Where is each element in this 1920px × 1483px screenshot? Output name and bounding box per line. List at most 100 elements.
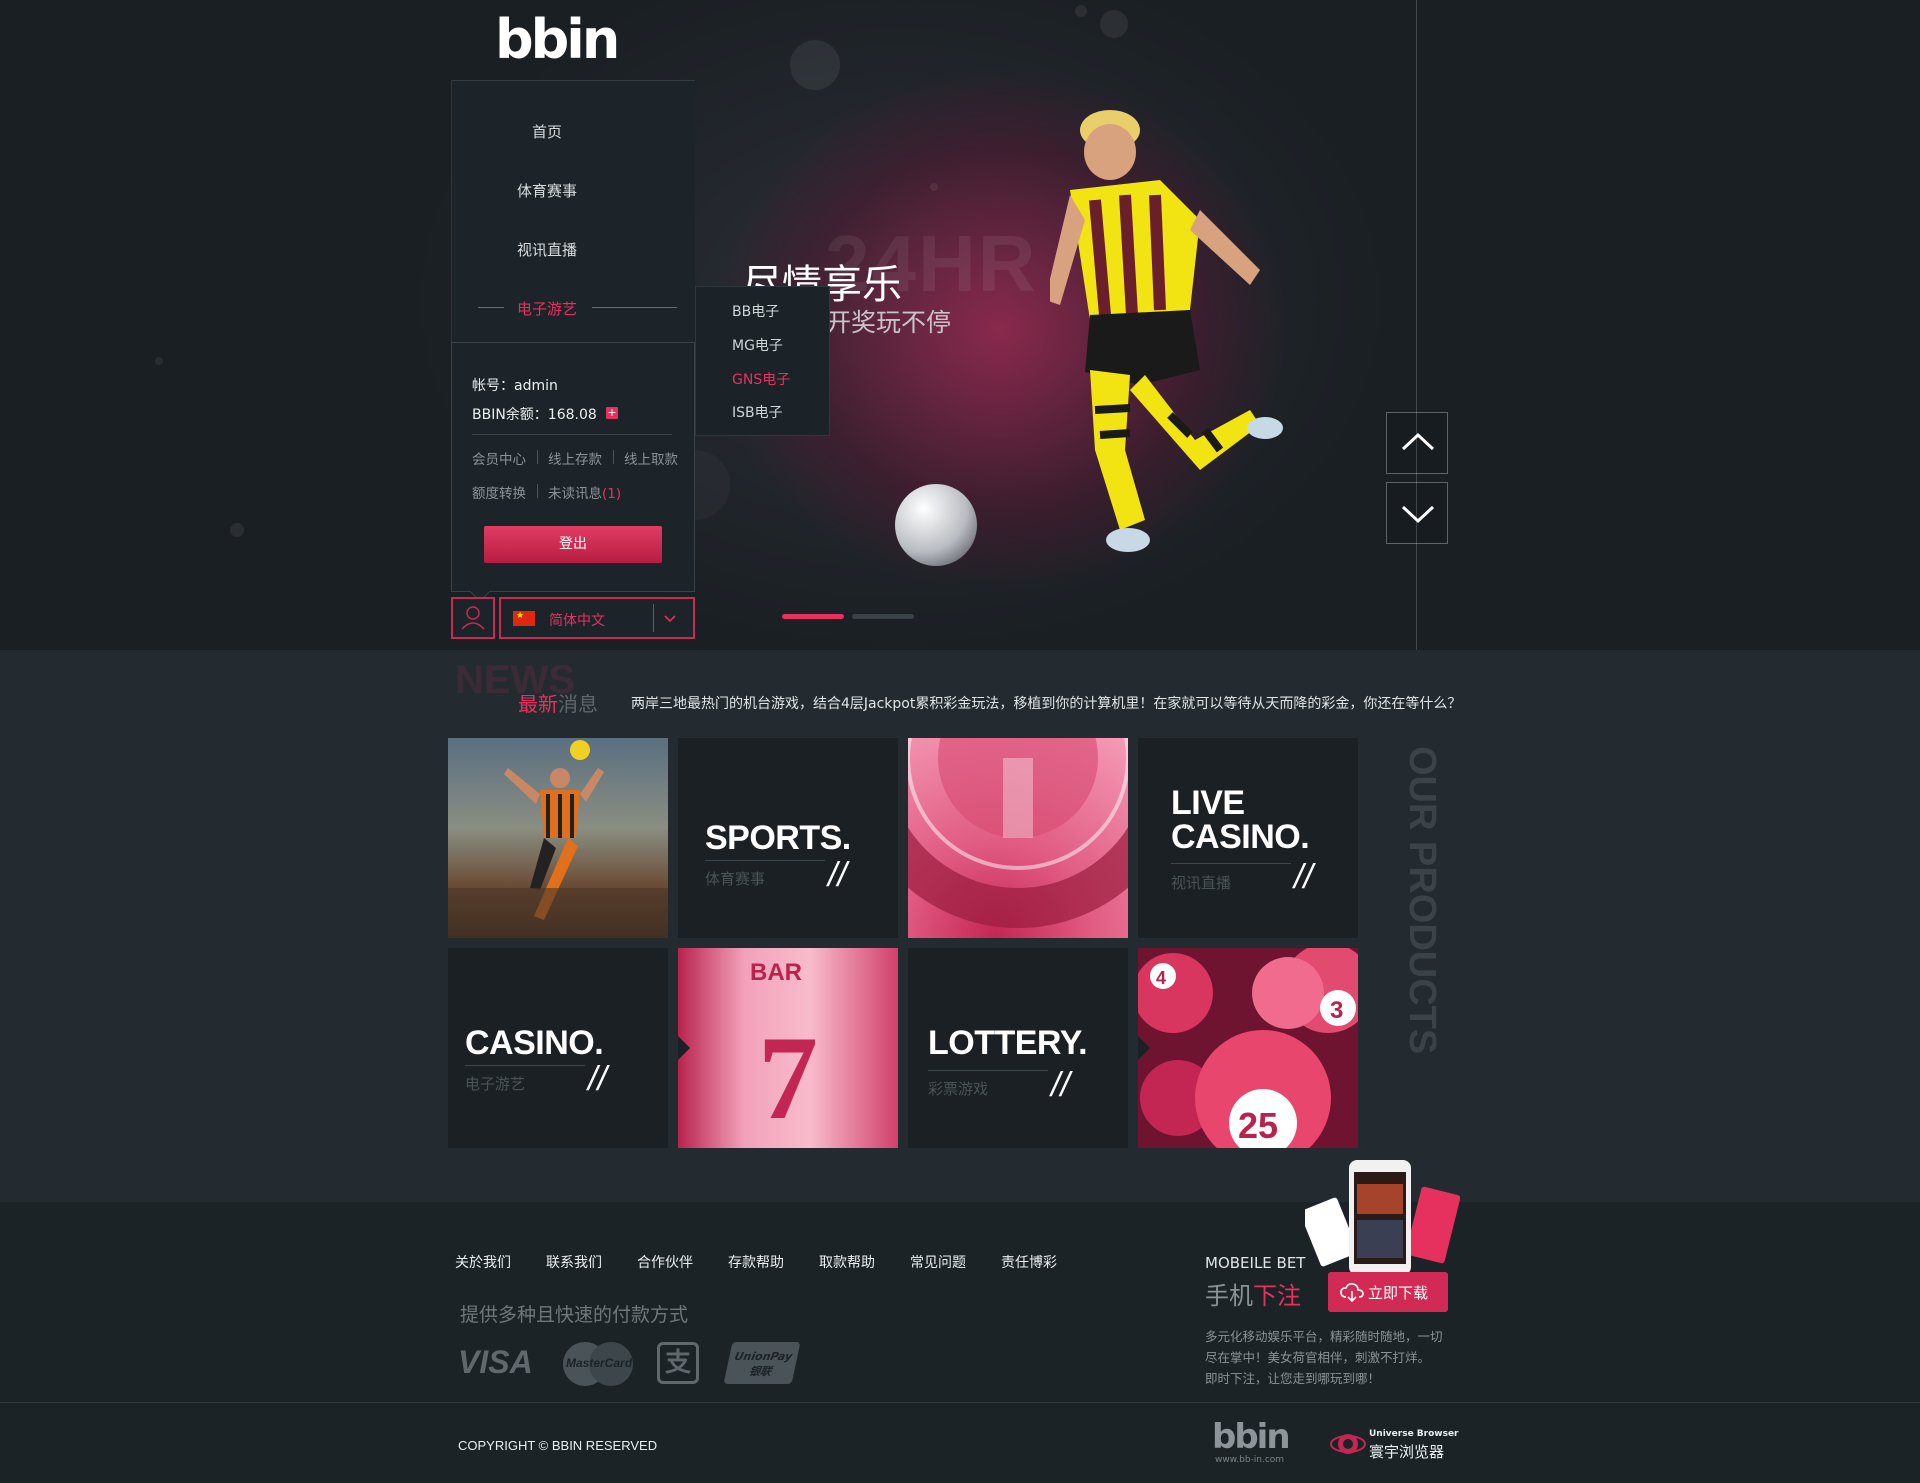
tile-underline <box>1171 863 1291 864</box>
footer-link-about[interactable]: 关於我们 <box>455 1252 511 1272</box>
nav-item-live[interactable]: 视讯直播 <box>452 239 642 260</box>
bbin-logo[interactable]: bbin <box>495 12 620 68</box>
link-separator <box>537 484 538 498</box>
panel-divider <box>472 434 672 435</box>
footer-link-partners[interactable]: 合作伙伴 <box>637 1252 693 1272</box>
banner-subtitle: 开奖玩不停 <box>826 308 952 337</box>
submenu-item-gns[interactable]: GNS电子 <box>732 369 790 389</box>
balance-label: BBIN余额：168.08 <box>472 407 597 423</box>
copyright-text: COPYRIGHT © BBIN RESERVED <box>458 1438 658 1453</box>
deposit-link[interactable]: 线上存款 <box>548 448 602 468</box>
unread-count: (1) <box>602 486 622 502</box>
tile-underline <box>928 1070 1048 1071</box>
submenu-item-bb[interactable]: BB电子 <box>732 301 779 321</box>
slash-mark: // <box>1051 1066 1070 1104</box>
mobile-bet-title-cn: 手机 <box>1205 1282 1253 1310</box>
deco-bubble <box>1100 10 1128 38</box>
browser-name-en[interactable]: Universe Browser <box>1369 1429 1459 1439</box>
deco-bubble <box>1075 5 1087 17</box>
footer <box>0 1202 1920 1483</box>
casino-title: CASINO. <box>465 1024 604 1062</box>
live-casino-tile[interactable]: LIVE CASINO. 视讯直播 // <box>1138 738 1358 938</box>
user-icon <box>461 606 485 630</box>
deco-bubble <box>230 523 244 537</box>
our-products-title: OUR PRODUCTS <box>1402 746 1442 1054</box>
slot-reel-tile[interactable]: BAR 7 <box>678 948 898 1148</box>
nav-item-home[interactable]: 首页 <box>452 121 642 142</box>
footer-link-contact[interactable]: 联系我们 <box>546 1252 602 1272</box>
language-label: 简体中文 <box>549 613 605 629</box>
browser-name-cn[interactable]: 寰宇浏览器 <box>1369 1441 1444 1462</box>
roulette-photo-tile[interactable] <box>908 738 1128 938</box>
language-select[interactable]: ★ 简体中文 <box>499 597 695 639</box>
soccer-ball-image <box>895 484 977 566</box>
slide-dot-active[interactable] <box>782 614 844 619</box>
footer-divider <box>0 1402 1920 1403</box>
egames-submenu: BB电子 MG电子 GNS电子 ISB电子 <box>695 286 830 436</box>
plus-icon[interactable]: + <box>606 407 618 419</box>
deco-bubble <box>930 183 938 191</box>
withdraw-link[interactable]: 线上取款 <box>624 448 678 468</box>
svg-text:bbin: bbin <box>495 12 617 68</box>
sports-tile[interactable]: SPORTS. 体育赛事 // <box>678 738 898 938</box>
cloud-download-icon <box>1340 1283 1364 1302</box>
slide-next-button[interactable] <box>1386 482 1448 544</box>
tile-underline <box>705 860 825 861</box>
submenu-item-mg[interactable]: MG电子 <box>732 335 783 355</box>
footer-link-responsible[interactable]: 责任博彩 <box>1001 1252 1057 1272</box>
mobile-bet-title: MOBEILE BET <box>1205 1254 1306 1272</box>
svg-text:7: 7 <box>758 1011 818 1144</box>
nav-item-egames[interactable]: 电子游艺 <box>452 298 642 319</box>
slash-mark: // <box>1294 858 1313 896</box>
soccer-player-image <box>1050 110 1283 552</box>
member-center-link[interactable]: 会员中心 <box>472 448 526 468</box>
user-panel: 帐号：admin BBIN余额：168.08 + 会员中心 线上存款 线上取款 … <box>451 342 695 602</box>
lottery-subtitle: 彩票游戏 <box>928 1080 989 1098</box>
visa-logo: VISA <box>458 1344 533 1380</box>
link-separator <box>613 450 614 464</box>
nav-item-sports[interactable]: 体育赛事 <box>452 180 642 201</box>
mobile-desc-line3: 即时下注，让您走到哪玩到哪！ <box>1205 1371 1381 1386</box>
svg-text:4: 4 <box>1156 968 1166 988</box>
footer-link-deposit-help[interactable]: 存款帮助 <box>728 1252 784 1272</box>
svg-text:3: 3 <box>1330 997 1343 1024</box>
hero-banner: 24HR 尽情享乐 开奖玩不停 <box>0 0 1920 650</box>
lottery-title: LOTTERY. <box>928 1024 1088 1062</box>
deco-bubble <box>155 357 163 365</box>
slide-dot[interactable] <box>852 614 914 619</box>
slide-prev-button[interactable] <box>1386 412 1448 474</box>
slash-mark: // <box>828 856 847 894</box>
roulette-wheel-photo <box>908 738 1128 928</box>
mobile-phone-cards-image <box>1305 1160 1460 1275</box>
submenu-item-isb[interactable]: ISB电子 <box>732 402 783 422</box>
china-flag-icon: ★ <box>513 611 535 626</box>
casino-tile[interactable]: CASINO. 电子游艺 // <box>448 948 668 1148</box>
footer-bbin-logo[interactable]: bbin <box>1212 1418 1292 1454</box>
live-casino-title-line2: CASINO. <box>1171 818 1310 856</box>
active-indicator-line <box>592 307 677 308</box>
download-button[interactable]: 立即下载 <box>1328 1272 1448 1312</box>
svg-text:BAR: BAR <box>750 959 802 986</box>
news-marquee[interactable]: 两岸三地最热门的机台游戏，结合4层Jackpot累积彩金玩法，移植到你的计算机里… <box>631 693 1461 713</box>
universe-browser-icon <box>1330 1434 1366 1454</box>
transfer-link[interactable]: 额度转换 <box>472 482 526 502</box>
divider-line <box>1416 0 1417 740</box>
live-casino-subtitle: 视讯直播 <box>1171 874 1232 892</box>
logout-button[interactable]: 登出 <box>484 526 662 563</box>
unionpay-logo: UnionPay 银联 <box>723 1342 801 1384</box>
footer-link-faq[interactable]: 常见问题 <box>910 1252 966 1272</box>
tile-underline <box>465 1065 585 1066</box>
soccer-player-photo <box>448 740 668 938</box>
mobile-bet-title-cn-accent: 下注 <box>1253 1282 1301 1310</box>
soccer-photo-tile[interactable] <box>448 738 668 938</box>
user-button[interactable] <box>451 597 495 639</box>
messages-link[interactable]: 未读讯息(1) <box>548 482 621 502</box>
mastercard-logo: MasterCard <box>563 1342 633 1386</box>
lottery-balls-photo: 25 3 4 <box>1138 948 1358 1148</box>
lottery-tile[interactable]: LOTTERY. 彩票游戏 // <box>908 948 1128 1148</box>
footer-link-withdraw-help[interactable]: 取款帮助 <box>819 1252 875 1272</box>
tile-pointer <box>1138 1036 1150 1060</box>
payment-title: 提供多种且快速的付款方式 <box>460 1304 689 1326</box>
tile-pointer <box>678 1036 690 1060</box>
lottery-balls-tile[interactable]: 25 3 4 <box>1138 948 1358 1148</box>
